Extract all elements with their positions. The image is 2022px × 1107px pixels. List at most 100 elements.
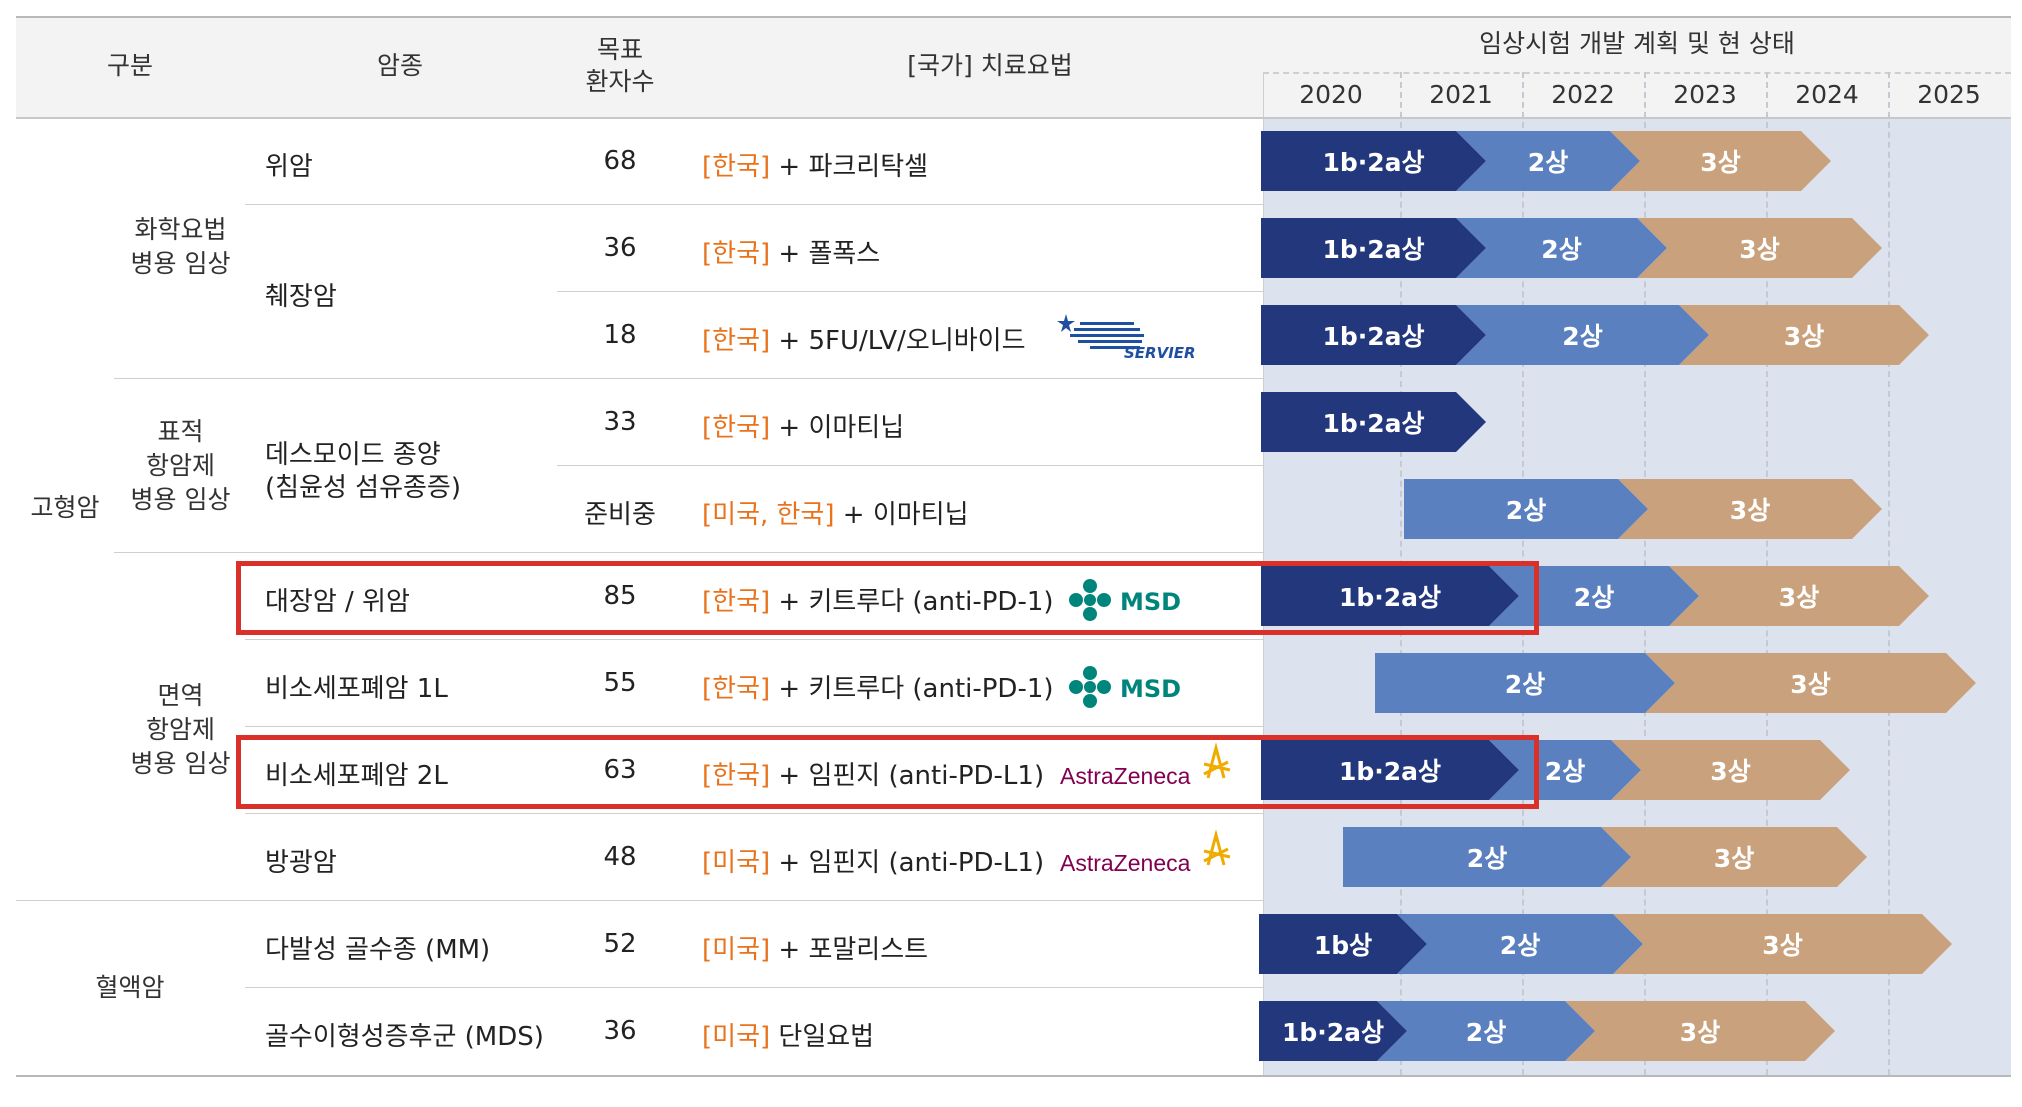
phase-1-segment: 1b·2a상 — [1261, 305, 1486, 365]
target-patients: 52 — [603, 929, 637, 959]
therapy-cell: [미국] + 임핀지 (anti-PD-L1) — [702, 842, 1044, 879]
country-label: [한국] — [702, 239, 771, 269]
group-targeted-line1: 표적 — [157, 417, 204, 446]
country-label: [미국] — [702, 935, 771, 965]
phase-3-segment: 3상 — [1565, 1001, 1835, 1061]
phase-2-segment: 2상 — [1377, 1001, 1595, 1061]
phase-2-segment: 2상 — [1397, 914, 1643, 974]
header-cancer-type: 암종 — [376, 51, 423, 80]
year-2020: 2020 — [1299, 80, 1363, 109]
cancer-desmoid-line2: (침윤성 섬유종증) — [265, 473, 461, 503]
target-patients: 55 — [603, 668, 637, 698]
astrazeneca-logo: AstraZeneca — [1058, 829, 1238, 879]
phase-2-segment: 2상 — [1456, 218, 1667, 278]
phase-3-segment: 3상 — [1601, 827, 1867, 887]
row-divider — [245, 726, 1263, 727]
phase-3-segment: 3상 — [1645, 653, 1976, 713]
phase-3-segment: 3상 — [1679, 305, 1929, 365]
group-chemo-line1: 화학요법 — [134, 215, 227, 244]
header-divider — [1263, 72, 2011, 74]
country-label: [미국] — [702, 1022, 771, 1052]
highlight-box-crc-gastric — [236, 561, 1539, 635]
timeline-bar: 3상 2상 — [1375, 653, 1976, 713]
timeline-bar: 3상 2상 1b상 — [1259, 914, 1952, 974]
year-2025: 2025 — [1917, 80, 1981, 109]
phase-3-segment: 3상 — [1669, 566, 1929, 626]
country-label: [한국] — [702, 326, 771, 356]
therapy-label: + 5FU/LV/오니바이드 — [770, 326, 1026, 356]
clinical-trial-table: 구분 암종 목표 환자수 [국가] 치료요법 임상시험 개발 계획 및 현 상태… — [0, 0, 2022, 1107]
target-patients: 33 — [603, 407, 637, 437]
group-chemo-line2: 병용 임상 — [130, 249, 231, 278]
therapy-cell: [한국] + 폴폭스 — [702, 233, 880, 270]
therapy-label: + 키트루다 (anti-PD-1) — [770, 674, 1054, 704]
phase-3-segment: 3상 — [1637, 218, 1882, 278]
target-patients: 준비중 — [584, 500, 656, 530]
phase-1-segment: 1b·2a상 — [1261, 392, 1486, 452]
country-label: [한국] — [702, 152, 771, 182]
phase-3-segment: 3상 — [1610, 131, 1831, 191]
row-divider — [114, 378, 1263, 379]
row-divider — [557, 465, 1263, 466]
servier-wordmark: SERVIER — [1124, 344, 1196, 360]
cancer-mm: 다발성 골수종 (MM) — [265, 935, 491, 965]
phase-2-segment: 2상 — [1343, 827, 1631, 887]
year-2023: 2023 — [1673, 80, 1737, 109]
group-immuno-line1: 면역 — [157, 681, 204, 710]
group-targeted-line3: 병용 임상 — [130, 485, 231, 514]
timeline-bar: 3상 2상 1b·2a상 — [1261, 218, 1882, 278]
phase-3-segment: 3상 — [1618, 479, 1882, 539]
msd-logo: MSD — [1068, 665, 1188, 709]
row-divider — [245, 987, 1263, 988]
therapy-cell: [한국] + 키트루다 (anti-PD-1) — [702, 668, 1054, 705]
table-top-border — [16, 16, 2011, 18]
row-divider — [557, 291, 1263, 292]
servier-logo: SERVIER — [1052, 310, 1202, 362]
timeline-bar: 3상 2상 — [1343, 827, 1867, 887]
phase-1-segment: 1b·2a상 — [1259, 1001, 1407, 1061]
row-divider — [16, 900, 1263, 901]
timeline-bar: 1b·2a상 — [1261, 392, 1486, 452]
target-patients: 36 — [603, 1016, 637, 1046]
group-targeted-line2: 항암제 — [145, 451, 215, 480]
target-patients: 68 — [603, 146, 637, 176]
header-therapy: [국가] 치료요법 — [907, 51, 1073, 80]
cancer-mds: 골수이형성증후군 (MDS) — [265, 1022, 544, 1052]
header-timeline-title: 임상시험 개발 계획 및 현 상태 — [1479, 29, 1795, 58]
timeline-bar: 3상 2상 — [1404, 479, 1882, 539]
therapy-cell: [미국, 한국] + 이마티닙 — [702, 494, 969, 531]
target-patients: 18 — [603, 320, 637, 350]
therapy-label: + 파크리탁셀 — [770, 152, 929, 182]
therapy-label: + 이마티닙 — [834, 500, 969, 530]
cancer-nsclc-1l: 비소세포폐암 1L — [265, 674, 448, 704]
therapy-label: + 폴폭스 — [770, 239, 881, 269]
therapy-cell: [한국] + 파크리탁셀 — [702, 146, 928, 183]
therapy-cell: [미국] + 포말리스트 — [702, 929, 928, 966]
header-target-line1: 목표 — [596, 35, 643, 64]
therapy-cell: [한국] + 이마티닙 — [702, 407, 904, 444]
header-category: 구분 — [106, 51, 153, 80]
country-label: [한국] — [702, 413, 771, 443]
country-label: [한국] — [702, 674, 771, 704]
therapy-label: + 임핀지 (anti-PD-L1) — [770, 848, 1045, 878]
therapy-label: 단일요법 — [770, 1022, 875, 1052]
astrazeneca-wordmark: AstraZeneca — [1060, 850, 1191, 876]
year-2024: 2024 — [1795, 80, 1859, 109]
therapy-cell: [한국] + 5FU/LV/오니바이드 — [702, 320, 1026, 357]
row-divider — [245, 204, 1263, 205]
phase-1-segment: 1b·2a상 — [1261, 131, 1486, 191]
group-immuno-line3: 병용 임상 — [130, 749, 231, 778]
row-divider — [245, 813, 1263, 814]
phase-3-segment: 3상 — [1613, 914, 1952, 974]
cancer-bladder: 방광암 — [265, 848, 337, 878]
year-2022: 2022 — [1551, 80, 1615, 109]
phase-1-segment: 1b·2a상 — [1261, 218, 1486, 278]
phase-2-segment: 2상 — [1375, 653, 1675, 713]
group-heme: 혈액암 — [95, 973, 165, 1002]
timeline-bar: 3상 2상 1b·2a상 — [1261, 305, 1929, 365]
therapy-label: + 이마티닙 — [770, 413, 905, 443]
header-target-line2: 환자수 — [585, 67, 655, 96]
highlight-box-nsclc-2l — [236, 735, 1539, 809]
country-label: [미국] — [702, 848, 771, 878]
timeline-bar: 3상 2상 1b·2a상 — [1259, 1001, 1835, 1061]
